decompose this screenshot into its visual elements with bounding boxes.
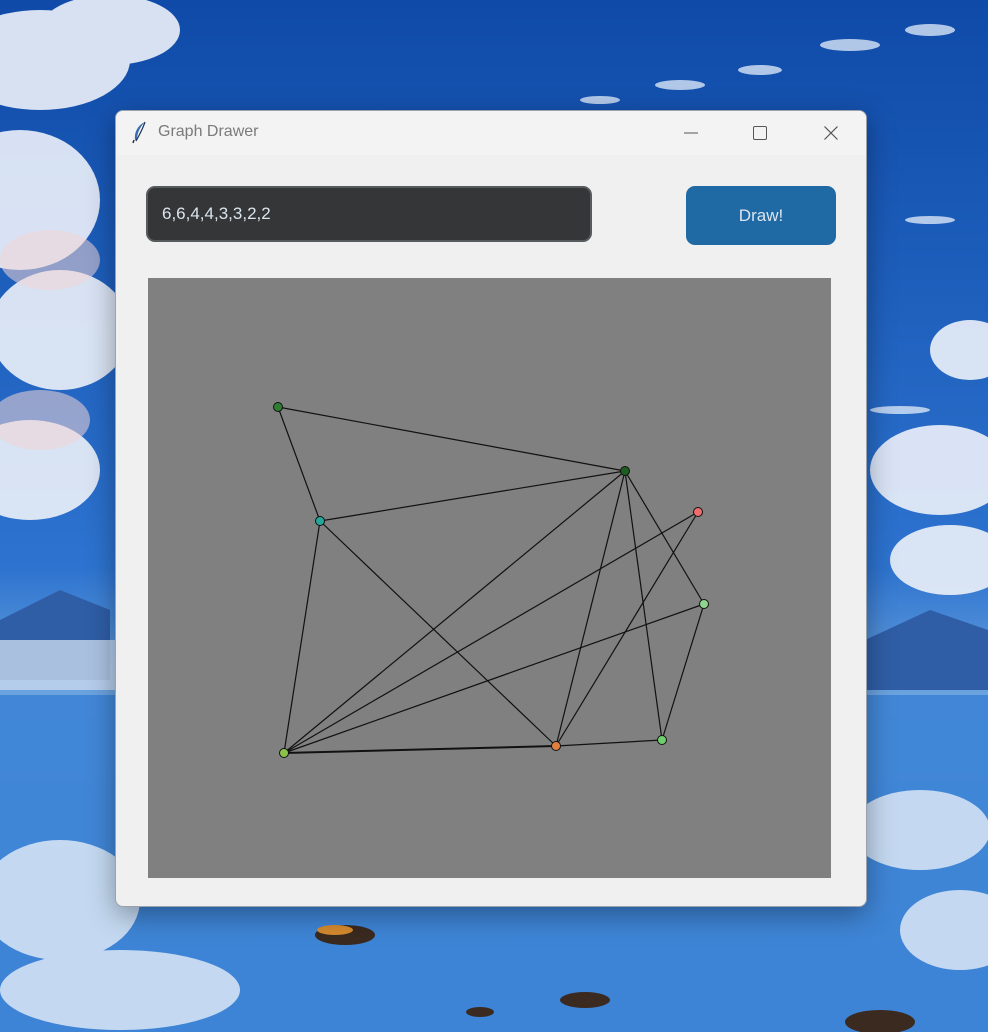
graph-node xyxy=(273,402,283,412)
graph-edge xyxy=(624,470,705,605)
title-bar[interactable]: Graph Drawer xyxy=(116,111,866,155)
graph-edge xyxy=(283,511,699,754)
minimize-icon xyxy=(684,132,698,134)
close-button[interactable] xyxy=(808,111,854,155)
graph-edge xyxy=(661,603,705,741)
graph-node xyxy=(699,599,709,609)
graph-edge xyxy=(283,520,321,754)
graph-node xyxy=(620,466,630,476)
graph-edge xyxy=(555,470,626,747)
graph-edge xyxy=(283,470,626,754)
draw-button[interactable]: Draw! xyxy=(686,186,836,245)
degree-sequence-input[interactable] xyxy=(146,186,592,242)
graph-edge xyxy=(555,511,699,747)
graph-canvas[interactable] xyxy=(148,278,831,878)
graph-drawing xyxy=(273,402,709,758)
graph-edge xyxy=(319,520,557,747)
minimize-button[interactable] xyxy=(668,111,714,155)
graph-drawer-window: Graph Drawer Draw! xyxy=(115,110,867,907)
maximize-icon xyxy=(753,126,767,140)
graph-edge xyxy=(555,739,663,747)
graph-edge xyxy=(624,470,663,741)
graph-node xyxy=(279,748,289,758)
graph-node xyxy=(657,735,667,745)
graph-edge xyxy=(319,470,626,522)
graph-node xyxy=(693,507,703,517)
graph-edge xyxy=(277,406,626,472)
graph-edge xyxy=(277,406,321,522)
graph-edge xyxy=(283,603,705,754)
graph-edge xyxy=(283,745,557,754)
graph-node xyxy=(315,516,325,526)
close-icon xyxy=(824,126,838,140)
maximize-button[interactable] xyxy=(737,111,783,155)
graph-node xyxy=(551,741,561,751)
feather-icon xyxy=(132,121,146,144)
window-title: Graph Drawer xyxy=(158,123,259,140)
